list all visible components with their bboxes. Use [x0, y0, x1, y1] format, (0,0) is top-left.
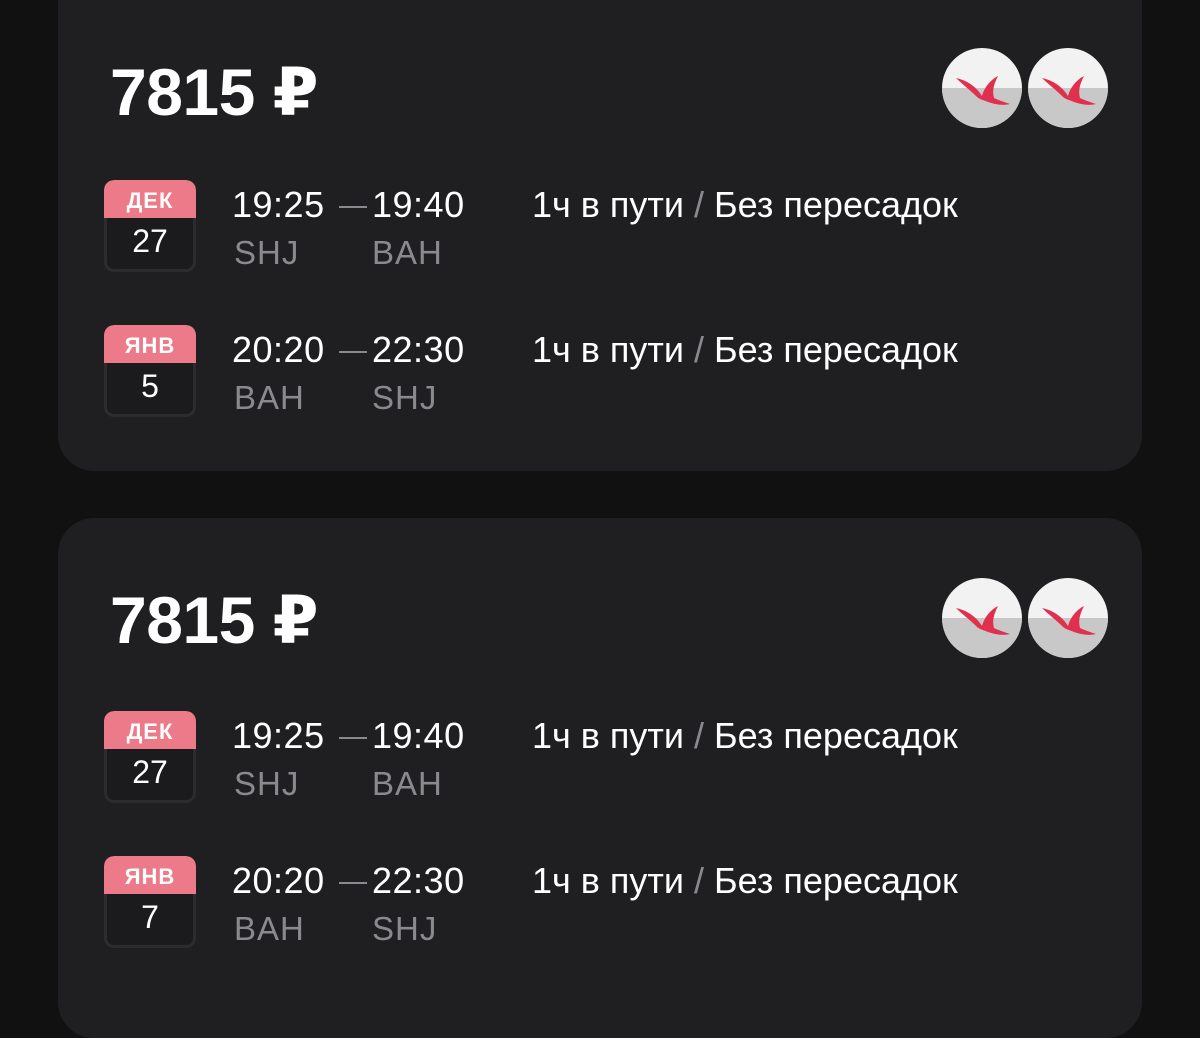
- arrival-airport: SHJ: [372, 379, 438, 416]
- flight-segment: ЯНВ 5 20:20 22:30 BAH SHJ 1ч в пути / Бе…: [104, 325, 1104, 421]
- time-separator: [339, 737, 367, 739]
- flight-stops: Без пересадок: [714, 329, 958, 370]
- departure-time: 19:25: [232, 184, 325, 225]
- ticket-card[interactable]: 7815 ₽ ДЕК 27 19:25 19:40 SHJ BAH 1ч в п…: [58, 518, 1142, 1038]
- departure-airport: BAH: [234, 379, 305, 416]
- time-separator: [339, 351, 367, 353]
- calendar-date-icon: ЯНВ 5: [104, 325, 196, 417]
- arrival-time: 22:30: [372, 329, 465, 370]
- departure-airport: SHJ: [234, 765, 300, 802]
- flight-info: 1ч в пути / Без пересадок: [532, 184, 958, 226]
- airline-logos: [942, 578, 1108, 658]
- date-day: 27: [132, 754, 168, 790]
- calendar-date-icon: ДЕК 27: [104, 711, 196, 803]
- time-separator: [339, 882, 367, 884]
- calendar-date-icon: ЯНВ 7: [104, 856, 196, 948]
- ticket-price: 7815 ₽: [110, 55, 319, 129]
- flight-segment: ДЕК 27 19:25 19:40 SHJ BAH 1ч в пути / Б…: [104, 180, 1104, 276]
- info-separator: /: [694, 329, 705, 370]
- date-month: ДЕК: [104, 180, 196, 218]
- gull-logo-icon: [1028, 48, 1108, 128]
- flight-stops: Без пересадок: [714, 860, 958, 901]
- departure-airport: BAH: [234, 910, 305, 947]
- flight-duration: 1ч в пути: [532, 715, 684, 756]
- arrival-airport: BAH: [372, 765, 443, 802]
- arrival-airport: SHJ: [372, 910, 438, 947]
- time-separator: [339, 206, 367, 208]
- date-month: ЯНВ: [104, 325, 196, 363]
- departure-time: 19:25: [232, 715, 325, 756]
- info-separator: /: [694, 184, 705, 225]
- flight-segment: ЯНВ 7 20:20 22:30 BAH SHJ 1ч в пути / Бе…: [104, 856, 1104, 952]
- gull-logo-icon: [942, 48, 1022, 128]
- date-day: 5: [141, 368, 159, 404]
- ticket-price: 7815 ₽: [110, 583, 319, 657]
- gull-logo-icon: [942, 578, 1022, 658]
- flight-duration: 1ч в пути: [532, 184, 684, 225]
- arrival-airport: BAH: [372, 234, 443, 271]
- info-separator: /: [694, 860, 705, 901]
- departure-time: 20:20: [232, 329, 325, 370]
- arrival-time: 19:40: [372, 715, 465, 756]
- flight-stops: Без пересадок: [714, 715, 958, 756]
- ticket-card[interactable]: 7815 ₽ ДЕК 27 19:25 19:40 SHJ BAH 1ч в п…: [58, 0, 1142, 471]
- flight-info: 1ч в пути / Без пересадок: [532, 715, 958, 757]
- flight-duration: 1ч в пути: [532, 329, 684, 370]
- departure-time: 20:20: [232, 860, 325, 901]
- calendar-date-icon: ДЕК 27: [104, 180, 196, 272]
- flight-segment: ДЕК 27 19:25 19:40 SHJ BAH 1ч в пути / Б…: [104, 711, 1104, 807]
- date-day: 27: [132, 223, 168, 259]
- airline-logos: [942, 48, 1108, 128]
- flight-stops: Без пересадок: [714, 184, 958, 225]
- date-month: ЯНВ: [104, 856, 196, 894]
- gull-logo-icon: [1028, 578, 1108, 658]
- info-separator: /: [694, 715, 705, 756]
- flight-info: 1ч в пути / Без пересадок: [532, 329, 958, 371]
- flight-duration: 1ч в пути: [532, 860, 684, 901]
- arrival-time: 19:40: [372, 184, 465, 225]
- departure-airport: SHJ: [234, 234, 300, 271]
- date-month: ДЕК: [104, 711, 196, 749]
- date-day: 7: [141, 899, 159, 935]
- arrival-time: 22:30: [372, 860, 465, 901]
- flight-info: 1ч в пути / Без пересадок: [532, 860, 958, 902]
